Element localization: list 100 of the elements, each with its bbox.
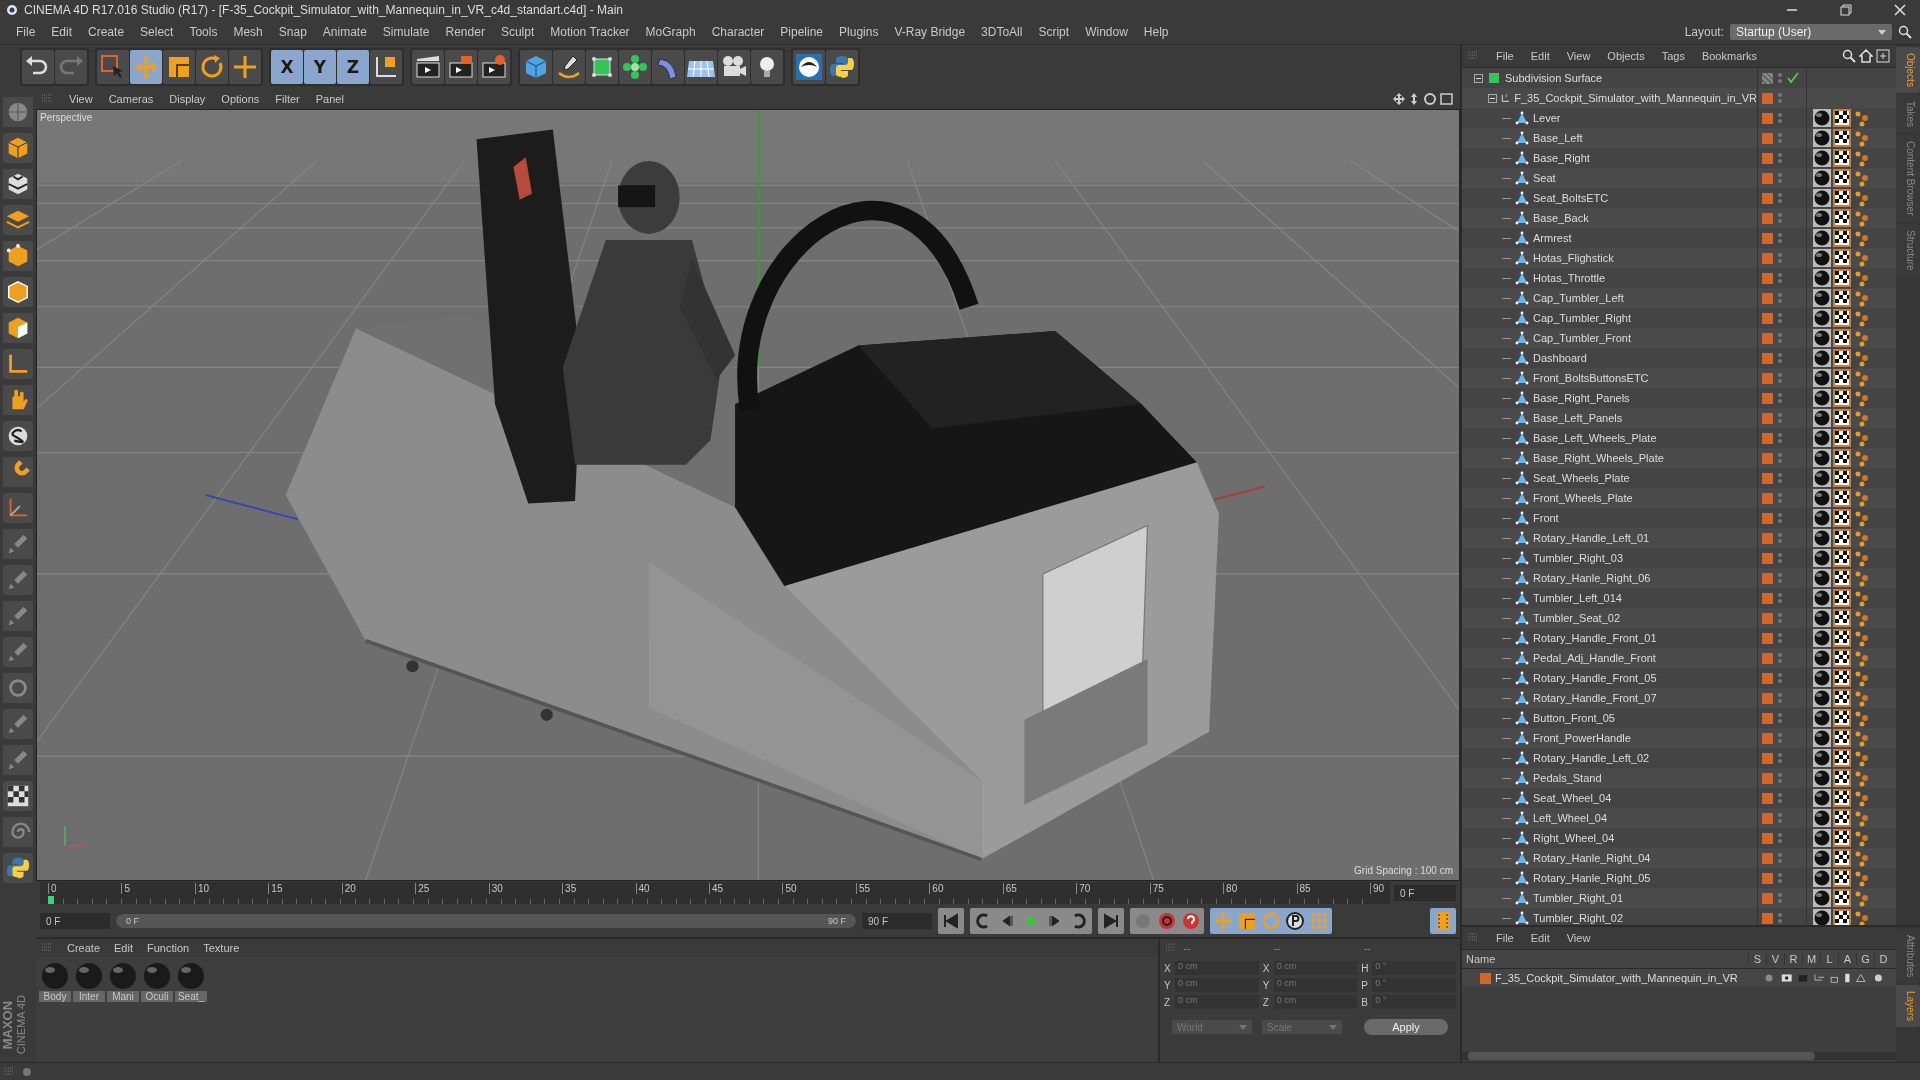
checker-tag-icon[interactable] [1833, 509, 1851, 527]
layer-color-swatch[interactable] [1762, 652, 1773, 664]
object-name[interactable]: Hotas_Throttle [1533, 272, 1606, 284]
checker-tag-icon[interactable] [1833, 749, 1851, 767]
checker-tag-icon[interactable] [1833, 389, 1851, 407]
dots-tag-icon[interactable] [1853, 429, 1871, 447]
material-tag-icon[interactable] [1813, 409, 1831, 427]
material-sphere-icon[interactable] [74, 961, 104, 991]
layer-color-swatch[interactable] [1762, 312, 1773, 324]
dots-tag-icon[interactable] [1853, 209, 1871, 227]
object-name[interactable]: Rotary_Handle_Front_01 [1533, 632, 1657, 644]
object-row[interactable]: Rotary_Hanle_Right_04 [1462, 848, 1896, 868]
menu-item[interactable]: File [1489, 932, 1521, 944]
object-name[interactable]: Lever [1533, 112, 1561, 124]
material-tag-icon[interactable] [1813, 469, 1831, 487]
object-name[interactable]: Base_Left_Panels [1533, 412, 1623, 424]
layer-name[interactable]: F_35_Cockpit_Simulator_with_Mannequin_in_VR [1495, 972, 1738, 984]
search-icon[interactable] [1842, 49, 1856, 63]
menu-item[interactable]: 3DToAll [973, 25, 1031, 39]
visibility-dots-icon[interactable] [1777, 191, 1783, 205]
menu-item[interactable]: Cameras [101, 93, 161, 105]
menu-item[interactable]: Pipeline [772, 25, 832, 39]
material-sphere-icon[interactable] [142, 961, 172, 991]
object-row[interactable]: Pedal_Adj_Handle_Front [1462, 648, 1896, 668]
checker-tag-icon[interactable] [1833, 269, 1851, 287]
object-name[interactable]: Front_BoltsButtonsETC [1533, 372, 1649, 384]
object-name[interactable]: Cap_Tumbler_Right [1533, 312, 1632, 324]
visibility-dots-icon[interactable] [1777, 891, 1783, 905]
layer-color-swatch[interactable] [1762, 432, 1773, 444]
object-name[interactable]: Rotary_Handle_Front_07 [1533, 692, 1657, 704]
checker-tag-icon[interactable] [1833, 829, 1851, 847]
visibility-dots-icon[interactable] [1777, 571, 1783, 585]
dots-tag-icon[interactable] [1853, 109, 1871, 127]
visibility-dots-icon[interactable] [1777, 171, 1783, 185]
visibility-dots-icon[interactable] [1777, 391, 1783, 405]
visibility-dots-icon[interactable] [1777, 551, 1783, 565]
dots-tag-icon[interactable] [1853, 369, 1871, 387]
visibility-dots-icon[interactable] [1777, 811, 1783, 825]
material-tag-icon[interactable] [1813, 369, 1831, 387]
visibility-dots-icon[interactable] [1777, 671, 1783, 685]
start-frame-field[interactable]: 0 F [40, 913, 110, 929]
dots-tag-icon[interactable] [1853, 149, 1871, 167]
layer-row[interactable]: F_35_Cockpit_Simulator_with_Mannequin_in_VR [1462, 969, 1896, 987]
horizontal-scrollbar[interactable] [1462, 1052, 1896, 1060]
object-row[interactable]: F_35_Cockpit_Simulator_with_Mannequin_in_VR [1462, 88, 1896, 108]
visibility-dots-icon[interactable] [1777, 871, 1783, 885]
material-tag-icon[interactable] [1813, 569, 1831, 587]
menu-item[interactable]: Tags [1654, 50, 1692, 62]
visibility-dots-icon[interactable] [1777, 911, 1783, 925]
material-tag-icon[interactable] [1813, 849, 1831, 867]
axis-corner-icon[interactable] [3, 493, 33, 523]
material-name[interactable]: Body [39, 991, 71, 1002]
visibility-dots-icon[interactable] [1777, 231, 1783, 245]
object-name[interactable]: Base_Back [1533, 212, 1589, 224]
menu-item[interactable]: Create [60, 942, 108, 954]
checker-tag-icon[interactable] [1833, 409, 1851, 427]
checker-tag-icon[interactable] [1833, 449, 1851, 467]
axis-lock-button[interactable]: X [271, 50, 303, 84]
dots-tag-icon[interactable] [1853, 869, 1871, 887]
object-name[interactable]: Seat [1533, 172, 1556, 184]
menu-item[interactable]: Render [437, 25, 493, 39]
visibility-dots-icon[interactable] [1777, 271, 1783, 285]
object-name[interactable]: Seat_Wheel_04 [1533, 792, 1612, 804]
frame-range-slider[interactable]: 0 F 90 F [116, 914, 856, 928]
menu-item[interactable]: Help [1135, 25, 1177, 39]
object-row[interactable]: Pedals_Stand [1462, 768, 1896, 788]
object-name[interactable]: Rotary_Hanle_Right_04 [1533, 852, 1651, 864]
material-name[interactable]: Mani [107, 991, 139, 1002]
dots-tag-icon[interactable] [1853, 909, 1871, 925]
menu-item[interactable]: Texture [196, 942, 247, 954]
material-tag-icon[interactable] [1813, 489, 1831, 507]
material-tag-icon[interactable] [1813, 729, 1831, 747]
layers-icon[interactable] [3, 205, 33, 235]
dots-tag-icon[interactable] [1853, 589, 1871, 607]
checker-tag-icon[interactable] [1833, 909, 1851, 925]
timeline-ruler[interactable]: 0 5 10 15 20 25 30 35 40 45 50 55 60 65 70 75 80 85 90 [40, 882, 1390, 904]
visibility-dots-icon[interactable] [1777, 691, 1783, 705]
object-name[interactable]: Hotas_Flighstick [1533, 252, 1614, 264]
material-tag-icon[interactable] [1813, 609, 1831, 627]
help-circle-icon[interactable] [1180, 910, 1202, 932]
brush-icon[interactable] [3, 637, 33, 667]
menu-item[interactable]: Tools [181, 25, 226, 39]
visibility-dots-icon[interactable] [1777, 631, 1783, 645]
checker-tag-icon[interactable] [1833, 869, 1851, 887]
object-name[interactable]: Rotary_Handle_Front_05 [1533, 672, 1657, 684]
object-name[interactable]: Base_Right [1533, 152, 1590, 164]
checker-tag-icon[interactable] [1833, 429, 1851, 447]
layer-color-swatch[interactable] [1762, 492, 1773, 504]
object-name[interactable]: Pedal_Adj_Handle_Front [1533, 652, 1656, 664]
menu-item[interactable]: File [1489, 50, 1521, 62]
object-row[interactable]: Base_Back [1462, 208, 1896, 228]
material-name[interactable]: Seat_ [175, 991, 207, 1002]
object-name[interactable]: Tumbler_Right_03 [1533, 552, 1624, 564]
cube-points-icon[interactable] [3, 241, 33, 271]
material-name[interactable]: Oculi [141, 991, 173, 1002]
brush-icon[interactable] [3, 601, 33, 631]
layer-empty-swatch[interactable] [1762, 72, 1773, 84]
object-name[interactable]: Rotary_Hanle_Right_05 [1533, 872, 1651, 884]
menu-item[interactable]: Script [1030, 25, 1078, 39]
dots-tag-icon[interactable] [1853, 629, 1871, 647]
